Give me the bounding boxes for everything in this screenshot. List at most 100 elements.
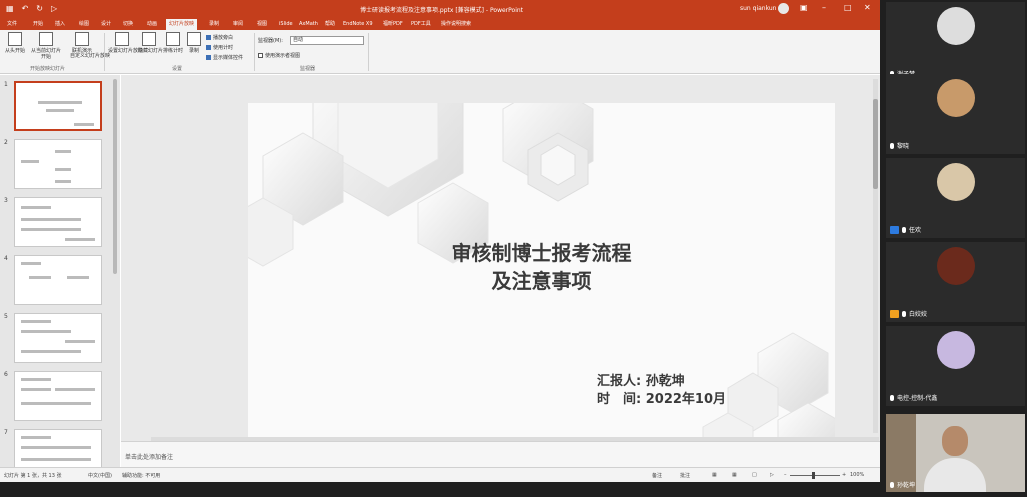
slide-thumbnail[interactable] (14, 313, 102, 363)
ribbon-tab[interactable]: AxMath (296, 19, 321, 30)
close-icon[interactable]: ✕ (864, 3, 871, 12)
slide-presenter-info[interactable]: 汇报人: 孙乾坤 时 间: 2022年10月 (597, 373, 726, 409)
slide-thumbnail[interactable] (14, 197, 102, 247)
reading-view-icon[interactable]: □ (752, 472, 757, 478)
language-status[interactable]: 中文(中国) (88, 472, 112, 479)
maximize-icon[interactable]: □ (844, 3, 852, 12)
participant-tile[interactable]: 黎晓 (886, 74, 1025, 154)
thumbnail-content (21, 458, 91, 461)
ribbon-tab[interactable]: 绘图 (76, 19, 92, 30)
ribbon-tab[interactable]: EndNote X9 (340, 19, 376, 30)
save-icon[interactable]: ▦ (6, 4, 14, 14)
slide-thumbnails-pane: 1 2 3 4 5 6 7 (0, 75, 120, 479)
thumbnail-number: 3 (4, 197, 8, 204)
participant-tile[interactable]: 白姣姣 (886, 242, 1025, 322)
checkbox-icon (206, 45, 211, 50)
group-label-start: 开始放映幻灯片 (30, 66, 66, 72)
thumbnail-content (21, 320, 51, 323)
start-show-icon[interactable]: ▷ (51, 4, 57, 14)
participant-name: 孙乾坤 (897, 482, 916, 489)
thumbnail-content (21, 228, 81, 231)
slide-thumbnail[interactable] (14, 255, 102, 305)
participant-name: 任欢 (909, 227, 922, 234)
ribbon-tab[interactable]: 开始 (30, 19, 46, 30)
slide-thumbnail[interactable] (14, 371, 102, 421)
slide-title-line1: 审核制博士报考流程 (451, 241, 632, 265)
presenter-view-check[interactable]: 使用演示者视图 (258, 52, 300, 59)
rehearse-button[interactable]: 排练计时 (162, 32, 184, 54)
ribbon-tab[interactable]: 帮助 (322, 19, 338, 30)
online-present-icon (75, 32, 89, 46)
ribbon-tab[interactable]: 视图 (254, 19, 270, 30)
powerpoint-window: ▦ ↶ ↻ ▷ 博士研读报考流程及注意事项.pptx [兼容模式] - Powe… (0, 0, 880, 482)
accessibility-status[interactable]: 辅助功能: 不可用 (122, 472, 160, 479)
slide-thumbnail[interactable] (14, 81, 102, 131)
ribbon-tab[interactable]: 动画 (144, 19, 160, 30)
participant-video[interactable]: 孙乾坤 (886, 414, 1025, 492)
ribbon-tab[interactable]: 幻灯片放映 (166, 19, 198, 30)
record-button[interactable]: 录制 (184, 32, 204, 54)
slide-title[interactable]: 审核制博士报考流程 及注意事项 (248, 239, 835, 295)
vertical-scrollbar[interactable] (873, 79, 878, 433)
ribbon-tab[interactable]: 操作说明搜索 (438, 19, 474, 30)
monitor-select[interactable]: 自动 (290, 36, 364, 45)
slideshow-view-icon[interactable]: ▷ (770, 472, 774, 478)
thumbnail-scrollbar[interactable] (113, 79, 117, 274)
notes-placeholder: 单击此处添加备注 (125, 454, 174, 461)
ribbon-tab[interactable]: 插入 (52, 19, 68, 30)
online-present-button[interactable]: 联机演示 (68, 32, 96, 54)
thumbnail-content (55, 150, 71, 153)
slide-title-line2: 及注意事项 (491, 269, 592, 293)
user-name[interactable]: sun qiankun (740, 5, 777, 12)
show-media-controls-check[interactable]: 显示媒体控件 (206, 54, 243, 61)
meeting-participants-panel: 谢子梦黎晓任欢白姣姣电控-控制-代鑫孙乾坤 (880, 0, 1027, 497)
participant-avatar (937, 247, 975, 285)
minimize-icon[interactable]: – (822, 3, 826, 12)
ribbon-tab[interactable]: 设计 (98, 19, 114, 30)
zoom-knob[interactable] (812, 472, 815, 479)
normal-view-icon[interactable]: ▦ (712, 472, 717, 478)
redo-icon[interactable]: ↻ (36, 4, 43, 14)
hide-slide-button[interactable]: 隐藏幻灯片 (138, 32, 163, 54)
microphone-icon (890, 142, 894, 149)
ribbon-tab[interactable]: 审阅 (230, 19, 246, 30)
ribbon-tab[interactable]: 福昕PDF (380, 19, 406, 30)
zoom-out-icon[interactable]: – (784, 472, 787, 478)
ribbon-tabs: 文件 开始 插入 绘图 设计 切换 动画 幻灯片放映 录制 审阅 视图 iSlide AxMath 帮助 E… (0, 18, 880, 30)
ribbon-tab[interactable]: 录制 (206, 19, 222, 30)
play-narration-check[interactable]: 播放旁白 (206, 34, 233, 41)
participant-tile[interactable]: 任欢 (886, 158, 1025, 238)
undo-icon[interactable]: ↶ (22, 4, 29, 14)
scroll-thumb[interactable] (873, 99, 878, 189)
ribbon-display-icon[interactable]: ▣ (800, 3, 808, 12)
thumbnail-content (55, 180, 71, 183)
ribbon-tab[interactable]: PDF工具 (408, 19, 434, 30)
ribbon-tab[interactable]: 文件 (4, 19, 20, 30)
taskbar-strip (0, 482, 880, 497)
user-avatar[interactable] (778, 3, 789, 14)
thumbnail-content (65, 238, 95, 241)
thumbnail-content (21, 388, 51, 391)
comments-button[interactable]: 批注 (680, 472, 690, 479)
slide-thumbnail[interactable] (14, 139, 102, 189)
setup-show-button[interactable]: 设置幻灯片放映 (108, 32, 143, 54)
current-slide[interactable]: 审核制博士报考流程 及注意事项 汇报人: 孙乾坤 时 间: 2022年10月 (248, 103, 835, 437)
zoom-level[interactable]: 100% (850, 472, 864, 478)
zoom-slider[interactable] (790, 475, 840, 476)
from-beginning-button[interactable]: 从头开始 (2, 32, 28, 54)
thumbnail-content (21, 378, 51, 381)
notes-pane[interactable]: 单击此处添加备注 (121, 441, 880, 467)
zoom-in-icon[interactable]: + (842, 472, 846, 478)
participant-tile[interactable]: 电控-控制-代鑫 (886, 326, 1025, 406)
from-current-button[interactable]: 从当前幻灯片开始 (30, 32, 62, 60)
participant-name-row: 电控-控制-代鑫 (890, 393, 937, 402)
checkbox-icon (206, 55, 211, 60)
slide-sorter-icon[interactable]: ▦ (732, 472, 737, 478)
ribbon-tab[interactable]: iSlide (276, 19, 296, 30)
ribbon-tab[interactable]: 切换 (120, 19, 136, 30)
custom-show-button[interactable]: 自定义幻灯片放映 (70, 53, 110, 59)
use-timings-check[interactable]: 使用计时 (206, 44, 233, 51)
checkbox-icon (206, 35, 211, 40)
participant-tile[interactable]: 谢子梦 (886, 2, 1025, 82)
notes-toggle-button[interactable]: 备注 (652, 472, 662, 479)
